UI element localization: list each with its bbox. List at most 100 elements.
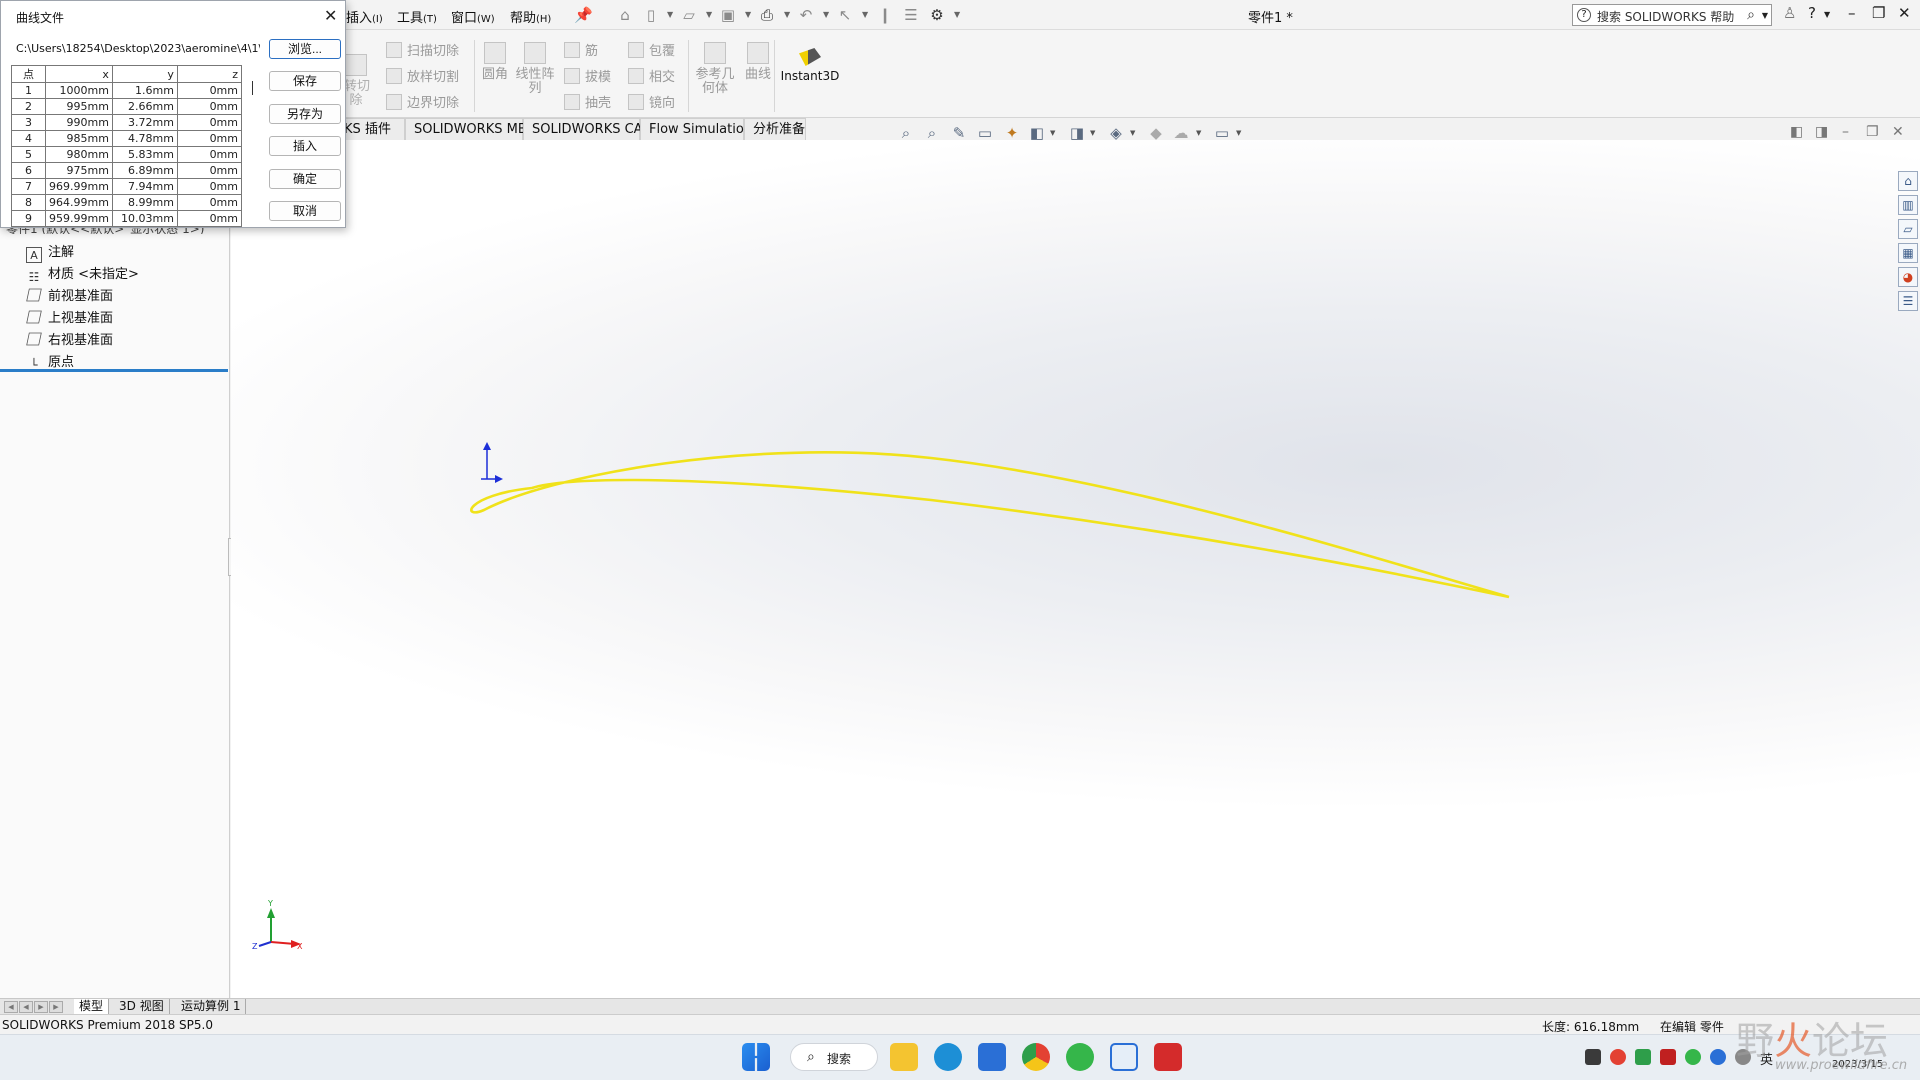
next-tab-icon[interactable]: ▶ — [34, 1001, 48, 1013]
appearances-icon[interactable]: ◕ — [1898, 267, 1918, 287]
fillet-button[interactable]: 圆角 — [480, 42, 510, 82]
save-as-button[interactable]: 另存为 — [269, 104, 341, 124]
tab-3d-view[interactable]: 3D 视图 — [114, 999, 170, 1015]
reference-geometry-button[interactable]: 参考几 何体 — [694, 42, 736, 96]
wrap-button[interactable]: 包覆 — [628, 40, 675, 59]
cell-x[interactable]: 964.99mm — [45, 194, 113, 211]
chrome-browser-icon[interactable] — [1022, 1043, 1050, 1071]
file-explorer-icon[interactable]: ▱ — [1898, 219, 1918, 239]
menu-window[interactable]: 窗口(W) — [451, 7, 495, 26]
pin-icon[interactable]: 📌 — [574, 6, 593, 24]
table-row[interactable]: 8 964.99mm 8.99mm 0mm — [11, 194, 243, 211]
tab-solidworks-mbd[interactable]: SOLIDWORKS MBD — [405, 118, 537, 140]
file-explorer-app-icon[interactable] — [890, 1043, 918, 1071]
chevron-down-icon[interactable]: ▼ — [784, 10, 790, 19]
doc-restore-icon[interactable]: ❐ — [1866, 124, 1879, 140]
tree-item-front-plane[interactable]: 前视基准面 — [26, 285, 113, 304]
cell-z[interactable]: 0mm — [176, 98, 243, 115]
cell-y[interactable]: 4.78mm — [111, 130, 178, 147]
chrome-tray-icon[interactable] — [1610, 1049, 1626, 1065]
cell-x[interactable]: 995mm — [45, 98, 113, 115]
tab-motion-study[interactable]: 运动算例 1 — [176, 999, 247, 1015]
security-tray-icon[interactable] — [1635, 1049, 1651, 1065]
help-question-icon[interactable]: ? — [1808, 4, 1816, 22]
draft-button[interactable]: 拔模 — [564, 66, 611, 85]
cell-y[interactable]: 2.66mm — [111, 98, 178, 115]
table-row[interactable]: 7 969.99mm 7.94mm 0mm — [11, 178, 243, 195]
cell-y[interactable]: 8.99mm — [111, 194, 178, 211]
tab-analysis-prep[interactable]: 分析准备 — [744, 118, 806, 140]
chevron-down-icon[interactable]: ▼ — [1236, 129, 1241, 137]
open-folder-icon[interactable]: ▱ — [680, 6, 698, 24]
cell-z[interactable]: 0mm — [176, 178, 243, 195]
table-row[interactable]: 2 995mm 2.66mm 0mm — [11, 98, 243, 115]
table-row[interactable]: 5 980mm 5.83mm 0mm — [11, 146, 243, 163]
cell-x[interactable]: 990mm — [45, 114, 113, 131]
tab-flow-simulation[interactable]: Flow Simulation — [640, 118, 752, 140]
last-tab-icon[interactable]: ▶ — [49, 1001, 63, 1013]
nvidia-tray-icon[interactable] — [1585, 1049, 1601, 1065]
app-window-icon[interactable] — [1110, 1043, 1138, 1071]
first-tab-icon[interactable]: ◀ — [4, 1001, 18, 1013]
linear-pattern-button[interactable]: 线性阵 列 — [512, 42, 558, 96]
tree-item-origin[interactable]: └ 原点 — [26, 351, 74, 372]
wechat-app-icon[interactable] — [1066, 1043, 1094, 1071]
chevron-down-icon[interactable]: ▼ — [1050, 129, 1055, 137]
cell-z[interactable]: 0mm — [176, 114, 243, 131]
curves-button[interactable]: 曲线 — [740, 42, 776, 82]
help-search-box[interactable]: ? 搜索 SOLIDWORKS 帮助 ⌕ ▼ — [1572, 4, 1772, 26]
tree-item-material[interactable]: ☷ 材质 <未指定> — [26, 263, 139, 284]
design-library-icon[interactable]: ▥ — [1898, 195, 1918, 215]
cell-y[interactable]: 6.89mm — [111, 162, 178, 179]
table-row[interactable]: 4 985mm 4.78mm 0mm — [11, 130, 243, 147]
solidworks-app-icon[interactable] — [1154, 1043, 1182, 1071]
restore-icon[interactable]: ❐ — [1872, 4, 1885, 22]
solidworks-resources-icon[interactable]: ⌂ — [1898, 171, 1918, 191]
sweep-cut-button[interactable]: 扫描切除 — [386, 40, 459, 59]
rebuild-icon[interactable]: ❙ — [876, 6, 894, 24]
chevron-down-icon[interactable]: ▼ — [1762, 11, 1768, 20]
shell-button[interactable]: 抽壳 — [564, 92, 611, 111]
tree-item-top-plane[interactable]: 上视基准面 — [26, 307, 113, 326]
instant3d-button[interactable]: Instant3D — [780, 48, 840, 83]
taskbar-search[interactable]: ⌕ 搜索 — [790, 1043, 878, 1071]
chevron-down-icon[interactable]: ▼ — [667, 10, 673, 19]
cell-x[interactable]: 975mm — [45, 162, 113, 179]
cancel-button[interactable]: 取消 — [269, 201, 341, 221]
chevron-down-icon[interactable]: ▼ — [706, 10, 712, 19]
cell-z[interactable]: 0mm — [176, 210, 243, 227]
ok-button[interactable]: 确定 — [269, 169, 341, 189]
cell-y[interactable]: 10.03mm — [111, 210, 178, 227]
table-row[interactable]: 3 990mm 3.72mm 0mm — [11, 114, 243, 131]
insert-button[interactable]: 插入 — [269, 136, 341, 156]
cell-y[interactable]: 1.6mm — [111, 82, 178, 99]
table-row[interactable]: 1 1000mm 1.6mm 0mm — [11, 82, 243, 99]
chevron-down-icon[interactable]: ▼ — [745, 10, 751, 19]
doc-close-icon[interactable]: ✕ — [1892, 124, 1904, 140]
menu-help[interactable]: 帮助(H) — [510, 7, 551, 26]
cell-y[interactable]: 5.83mm — [111, 146, 178, 163]
cell-z[interactable]: 0mm — [176, 146, 243, 163]
cell-x[interactable]: 1000mm — [45, 82, 113, 99]
chevron-down-icon[interactable]: ▼ — [862, 10, 868, 19]
save-icon[interactable]: ▣ — [719, 6, 737, 24]
cell-z[interactable]: 0mm — [176, 194, 243, 211]
tree-item-annotations[interactable]: A 注解 — [26, 241, 74, 263]
loft-cut-button[interactable]: 放样切割 — [386, 66, 459, 85]
browse-button[interactable]: 浏览... — [269, 39, 341, 59]
cell-z[interactable]: 0mm — [176, 130, 243, 147]
chevron-down-icon[interactable]: ▼ — [1130, 129, 1135, 137]
table-row[interactable]: 6 975mm 6.89mm 0mm — [11, 162, 243, 179]
bluetooth-tray-icon[interactable] — [1710, 1049, 1726, 1065]
file-properties-icon[interactable]: ☰ — [902, 6, 920, 24]
view-palette-icon[interactable]: ▦ — [1898, 243, 1918, 263]
chevron-down-icon[interactable]: ▼ — [1090, 129, 1095, 137]
table-row[interactable]: 9 959.99mm 10.03mm 0mm — [11, 210, 243, 227]
cell-x[interactable]: 969.99mm — [45, 178, 113, 195]
wechat-tray-icon[interactable] — [1685, 1049, 1701, 1065]
tile-left-icon[interactable]: ◧ — [1790, 124, 1803, 140]
tile-right-icon[interactable]: ◨ — [1815, 124, 1828, 140]
cut-command-partial[interactable]: 转切 除 — [344, 54, 370, 108]
chevron-down-icon[interactable]: ▼ — [1824, 10, 1830, 19]
tree-item-right-plane[interactable]: 右视基准面 — [26, 329, 113, 348]
